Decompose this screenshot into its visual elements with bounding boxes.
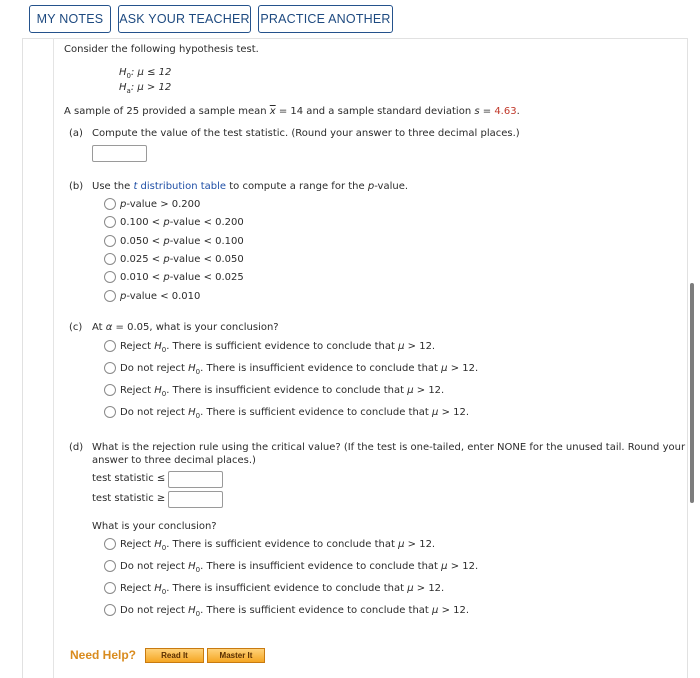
- part-d-conclusion-option-label[interactable]: Do not reject H0. There is sufficient ev…: [120, 605, 469, 618]
- part-d-conclusion-radio[interactable]: [104, 582, 116, 594]
- part-c-conclusion-radio[interactable]: [104, 384, 116, 396]
- need-help-label: Need Help?: [70, 648, 137, 662]
- master-it-button[interactable]: Master It: [207, 648, 265, 663]
- p-value-radio[interactable]: [104, 234, 116, 247]
- p-value-radio[interactable]: [104, 252, 116, 265]
- test-statistic-ge-label: test statistic ≥: [92, 493, 166, 504]
- part-a-label: (a): [69, 128, 83, 139]
- alt-hypothesis: Ha: μ > 12: [119, 82, 172, 95]
- scrollbar[interactable]: [690, 283, 694, 503]
- part-d-question-line2: answer to three decimal places.): [92, 455, 256, 466]
- p-value-option-label[interactable]: 0.050 < p-value < 0.100: [120, 236, 244, 247]
- critical-value-le-input[interactable]: [168, 471, 223, 488]
- part-b-label: (b): [69, 181, 84, 192]
- part-c-conclusion-option-label[interactable]: Reject H0. There is insufficient evidenc…: [120, 385, 444, 398]
- part-c-question: At α = 0.05, what is your conclusion?: [92, 322, 279, 333]
- p-value-option-label[interactable]: p-value < 0.010: [120, 291, 200, 302]
- p-value-option-label[interactable]: p-value > 0.200: [120, 199, 200, 210]
- test-statistic-le-label: test statistic ≤: [92, 473, 166, 484]
- part-d-conclusion-question: What is your conclusion?: [92, 521, 217, 532]
- my-notes-button[interactable]: MY NOTES: [29, 5, 111, 33]
- part-d-question-line1: What is the rejection rule using the cri…: [92, 442, 686, 453]
- practice-another-button[interactable]: PRACTICE ANOTHER: [258, 5, 393, 33]
- intro-text: Consider the following hypothesis test.: [64, 44, 259, 55]
- part-d-label: (d): [69, 442, 84, 453]
- sample-description: A sample of 25 provided a sample mean x …: [64, 106, 520, 117]
- p-value-radio[interactable]: [104, 198, 116, 210]
- p-value-option-label[interactable]: 0.025 < p-value < 0.050: [120, 254, 244, 265]
- ask-your-teacher-button[interactable]: ASK YOUR TEACHER: [118, 5, 251, 33]
- p-value-radio[interactable]: [104, 289, 116, 302]
- part-c-label: (c): [69, 322, 83, 333]
- part-b-question: Use the t distribution table to compute …: [92, 181, 409, 192]
- read-it-button[interactable]: Read It: [145, 648, 204, 663]
- s-value: 4.63: [494, 106, 517, 117]
- part-c-conclusion-option-label[interactable]: Do not reject H0. There is insufficient …: [120, 363, 478, 376]
- t-distribution-table-link[interactable]: t distribution table: [133, 181, 226, 192]
- p-value-option-label[interactable]: 0.010 < p-value < 0.025: [120, 272, 244, 283]
- part-d-conclusion-radio[interactable]: [104, 560, 116, 572]
- part-d-conclusion-option-label[interactable]: Reject H0. There is sufficient evidence …: [120, 539, 435, 552]
- part-d-conclusion-option-label[interactable]: Do not reject H0. There is insufficient …: [120, 561, 478, 574]
- part-d-conclusion-option-label[interactable]: Reject H0. There is insufficient evidenc…: [120, 583, 444, 596]
- part-c-conclusion-option-label[interactable]: Do not reject H0. There is sufficient ev…: [120, 407, 469, 420]
- p-value-option-label[interactable]: 0.100 < p-value < 0.200: [120, 217, 244, 228]
- test-statistic-input[interactable]: [92, 145, 147, 162]
- part-c-conclusion-radio[interactable]: [104, 406, 116, 418]
- part-d-conclusion-radio[interactable]: [104, 538, 116, 550]
- part-c-conclusion-radio[interactable]: [104, 340, 116, 352]
- critical-value-ge-input[interactable]: [168, 491, 223, 508]
- part-a-question: Compute the value of the test statistic.…: [92, 128, 520, 139]
- toolbar: MY NOTES ASK YOUR TEACHER PRACTICE ANOTH…: [0, 0, 700, 40]
- part-d-conclusion-radio[interactable]: [104, 604, 116, 616]
- part-c-conclusion-radio[interactable]: [104, 362, 116, 374]
- part-c-conclusion-option-label[interactable]: Reject H0. There is sufficient evidence …: [120, 341, 435, 354]
- null-hypothesis: H0: μ ≤ 12: [119, 67, 172, 80]
